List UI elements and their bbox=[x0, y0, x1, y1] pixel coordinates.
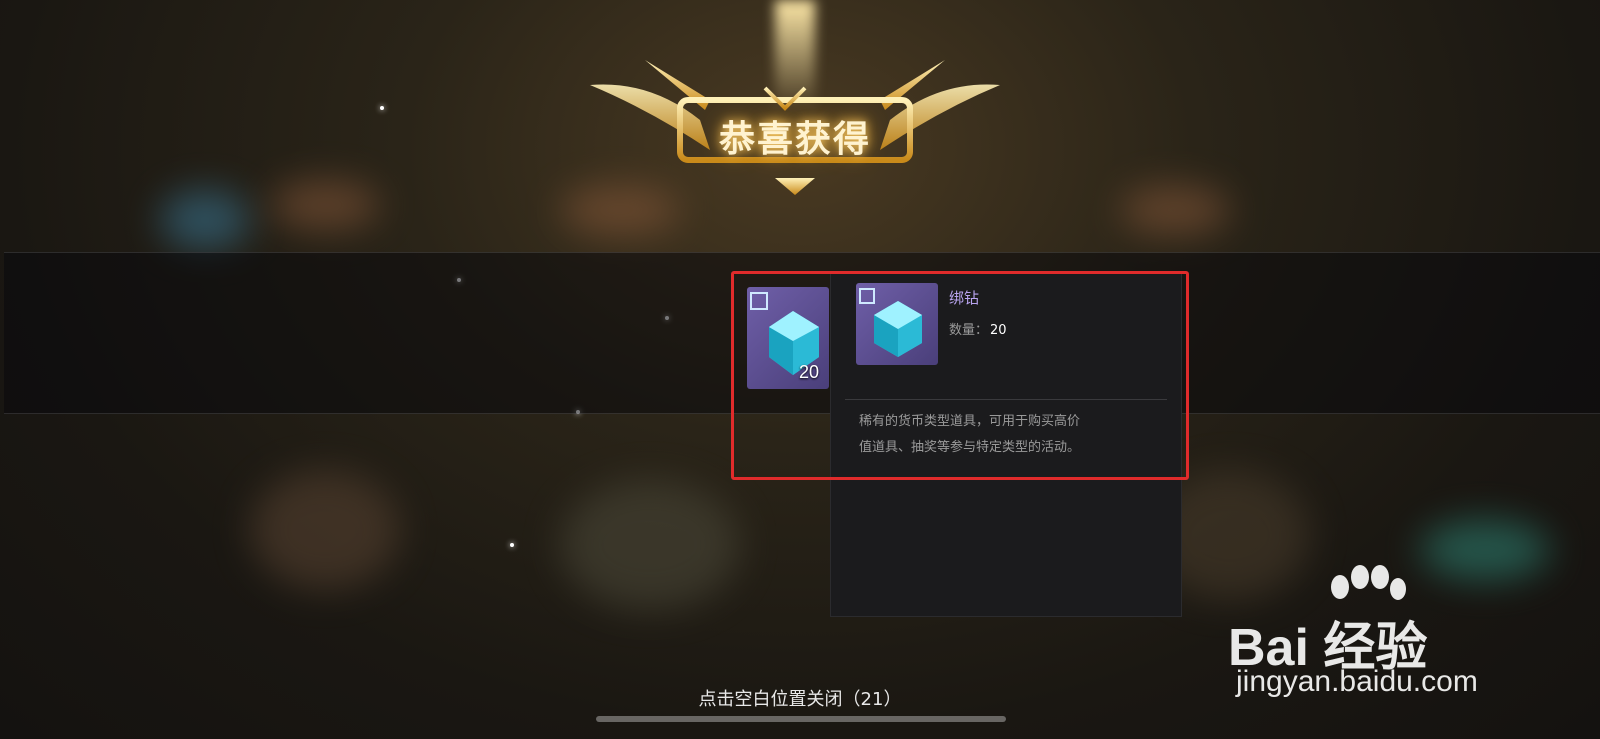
reward-banner: 恭喜获得 bbox=[590, 0, 1000, 210]
banner-title: 恭喜获得 bbox=[718, 119, 871, 160]
highlight-box bbox=[731, 271, 1189, 480]
banner-wings-icon bbox=[590, 60, 1000, 195]
watermark-url: jingyan.baidu.com bbox=[1236, 665, 1478, 698]
baidu-watermark: Bai 经验 jingyan.baidu.com bbox=[1228, 565, 1573, 705]
home-indicator[interactable] bbox=[596, 716, 1006, 722]
